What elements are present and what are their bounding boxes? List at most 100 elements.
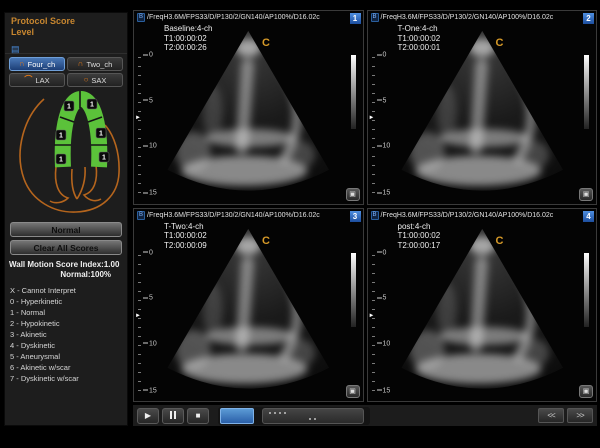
sidebar-title-line2: Level xyxy=(11,27,121,38)
score-legend: X - Cannot Interpret 0 - Hyperkinetic 1 … xyxy=(5,285,127,384)
depth-label: 15 xyxy=(377,190,391,197)
depth-label: 15 xyxy=(143,387,157,394)
depth-label: 10 xyxy=(377,340,391,347)
view-tabs: ∩ Four_ch ∩ Two_ch ⌒ LAX ○ SAX xyxy=(5,54,127,90)
image-params-text: /FreqH3.6M/FPS33/D/P130/2/GN140/AP100%/D… xyxy=(147,212,320,219)
segment-score-label[interactable]: 1 xyxy=(59,133,63,140)
depth-ruler: 0 5 10 15 xyxy=(372,55,392,193)
legend-item: 6 - Akinetic w/scar xyxy=(10,362,127,373)
previous-button[interactable]: << xyxy=(538,408,564,423)
depth-label: 5 xyxy=(377,295,387,302)
tab-two-ch-label: Two_ch xyxy=(86,60,112,69)
pause-button[interactable] xyxy=(162,408,184,424)
snapshot-icon: ▣ xyxy=(583,191,590,198)
clip-label: post:4-ch T1:00:00:02 T2:00:00:17 xyxy=(398,222,441,251)
clear-all-scores-button[interactable]: Clear All Scores xyxy=(10,240,122,255)
orientation-marker: C xyxy=(495,37,503,49)
clip-time-t2: T2:00:00:01 xyxy=(398,43,441,53)
image-params-text: /FreqH3.6M/FPS33/D/P130/2/GN140/AP100%/D… xyxy=(147,14,320,21)
legend-item: 1 - Normal xyxy=(10,307,127,318)
quadrant-number-badge: 4 xyxy=(583,211,594,222)
sidebar-title-line1: Protocol Score xyxy=(11,16,121,27)
protocol-file-row[interactable]: ▤ xyxy=(5,38,127,54)
heart-diagram-svg: 1 1 1 1 1 1 xyxy=(8,91,124,219)
protocol-score-sidebar: Protocol Score Level ▤ ∩ Four_ch ∩ Two_c… xyxy=(4,12,128,426)
four-ch-icon: ∩ xyxy=(19,60,25,68)
ultrasound-quadrant-3[interactable]: B /FreqH3.6M/FPS33/D/P130/2/GN140/AP100%… xyxy=(133,208,364,403)
segment-score-label[interactable]: 1 xyxy=(90,102,94,109)
quad-view-grid: B /FreqH3.6M/FPS33/D/P130/2/GN140/AP100%… xyxy=(133,10,597,402)
tab-sax[interactable]: ○ SAX xyxy=(67,73,123,87)
depth-label: 0 xyxy=(143,249,153,256)
image-params-header: B /FreqH3.6M/FPS33/D/P130/2/GN140/AP100%… xyxy=(137,13,348,22)
playback-toolbar: ▶ ■ << >> xyxy=(133,405,597,426)
focus-marker-icon[interactable]: ► xyxy=(135,313,141,319)
image-params-text: /FreqH3.6M/FPS33/D/P130/2/GN140/AP100%/D… xyxy=(381,14,554,21)
focus-marker-icon[interactable]: ► xyxy=(135,115,141,121)
scrubber-dots xyxy=(269,412,286,414)
normal-score-button[interactable]: Normal xyxy=(10,222,122,237)
grayscale-bar xyxy=(351,55,356,129)
play-button[interactable]: ▶ xyxy=(137,408,159,424)
pause-icon xyxy=(170,411,176,419)
grayscale-bar xyxy=(584,253,589,327)
tab-four-ch[interactable]: ∩ Four_ch xyxy=(9,57,65,71)
snapshot-button[interactable]: ▣ xyxy=(346,385,360,398)
clip-name: T-One:4-ch xyxy=(398,24,441,34)
snapshot-icon: ▣ xyxy=(349,191,356,198)
scrubber-thumb[interactable] xyxy=(220,408,254,424)
clip-label: Baseline:4-ch T1:00:00:02 T2:00:00:26 xyxy=(164,24,212,53)
depth-label: 5 xyxy=(143,295,153,302)
clip-label: T-One:4-ch T1:00:00:02 T2:00:00:01 xyxy=(398,24,441,53)
sax-icon: ○ xyxy=(84,76,89,84)
legend-item: 2 - Hypokinetic xyxy=(10,318,127,329)
tab-four-ch-label: Four_ch xyxy=(28,60,56,69)
snapshot-button[interactable]: ▣ xyxy=(346,188,360,201)
focus-marker-icon[interactable]: ► xyxy=(369,313,375,319)
snapshot-button[interactable]: ▣ xyxy=(579,385,593,398)
sidebar-title: Protocol Score Level xyxy=(5,13,127,38)
b-mode-icon: B xyxy=(137,211,145,220)
clip-name: Baseline:4-ch xyxy=(164,24,212,34)
tab-two-ch[interactable]: ∩ Two_ch xyxy=(67,57,123,71)
wall-motion-score-summary: Wall Motion Score Index:1.00 Normal:100% xyxy=(5,260,127,280)
image-params-header: B /FreqH3.6M/FPS33/D/P130/2/GN140/AP100%… xyxy=(371,211,582,220)
orientation-marker: C xyxy=(262,37,270,49)
stop-button[interactable]: ■ xyxy=(187,408,209,424)
legend-item: 4 - Dyskinetic xyxy=(10,340,127,351)
grayscale-bar xyxy=(351,253,356,327)
depth-label: 10 xyxy=(143,340,157,347)
clip-time-t2: T2:00:00:09 xyxy=(164,241,207,251)
lax-icon: ⌒ xyxy=(24,76,32,84)
tab-lax[interactable]: ⌒ LAX xyxy=(9,73,65,87)
ultrasound-quadrant-1[interactable]: B /FreqH3.6M/FPS33/D/P130/2/GN140/AP100%… xyxy=(133,10,364,205)
quadrant-number-badge: 2 xyxy=(583,13,594,24)
ultrasound-quadrant-4[interactable]: B /FreqH3.6M/FPS33/D/P130/2/GN140/AP100%… xyxy=(367,208,598,403)
depth-label: 10 xyxy=(143,143,157,150)
frame-scrubber[interactable] xyxy=(218,407,370,425)
snapshot-button[interactable]: ▣ xyxy=(579,188,593,201)
next-button[interactable]: >> xyxy=(567,408,593,423)
segment-score-label[interactable]: 1 xyxy=(99,131,103,138)
heart-segment-diagram[interactable]: 1 1 1 1 1 1 xyxy=(8,91,124,219)
b-mode-icon: B xyxy=(371,13,379,22)
focus-marker-icon[interactable]: ► xyxy=(369,115,375,121)
clip-time-t1: T1:00:00:02 xyxy=(164,34,212,44)
clip-label: T-Two:4-ch T1:00:00:02 T2:00:00:09 xyxy=(164,222,207,251)
clip-name: post:4-ch xyxy=(398,222,441,232)
depth-label: 0 xyxy=(143,52,153,59)
segment-score-label[interactable]: 1 xyxy=(59,157,63,164)
quadrant-number-badge: 1 xyxy=(350,13,361,24)
two-ch-icon: ∩ xyxy=(78,60,84,68)
segment-score-label[interactable]: 1 xyxy=(67,104,71,111)
depth-label: 5 xyxy=(143,97,153,104)
legend-item: 0 - Hyperkinetic xyxy=(10,296,127,307)
scrubber-handle[interactable] xyxy=(262,408,364,424)
segment-score-label[interactable]: 1 xyxy=(102,155,106,162)
grayscale-bar xyxy=(584,55,589,129)
ultrasound-quadrant-2[interactable]: B /FreqH3.6M/FPS33/D/P130/2/GN140/AP100%… xyxy=(367,10,598,205)
depth-ruler: 0 5 10 15 xyxy=(138,253,158,391)
b-mode-icon: B xyxy=(137,13,145,22)
tab-lax-label: LAX xyxy=(35,76,49,85)
depth-ruler: 0 5 10 15 xyxy=(138,55,158,193)
